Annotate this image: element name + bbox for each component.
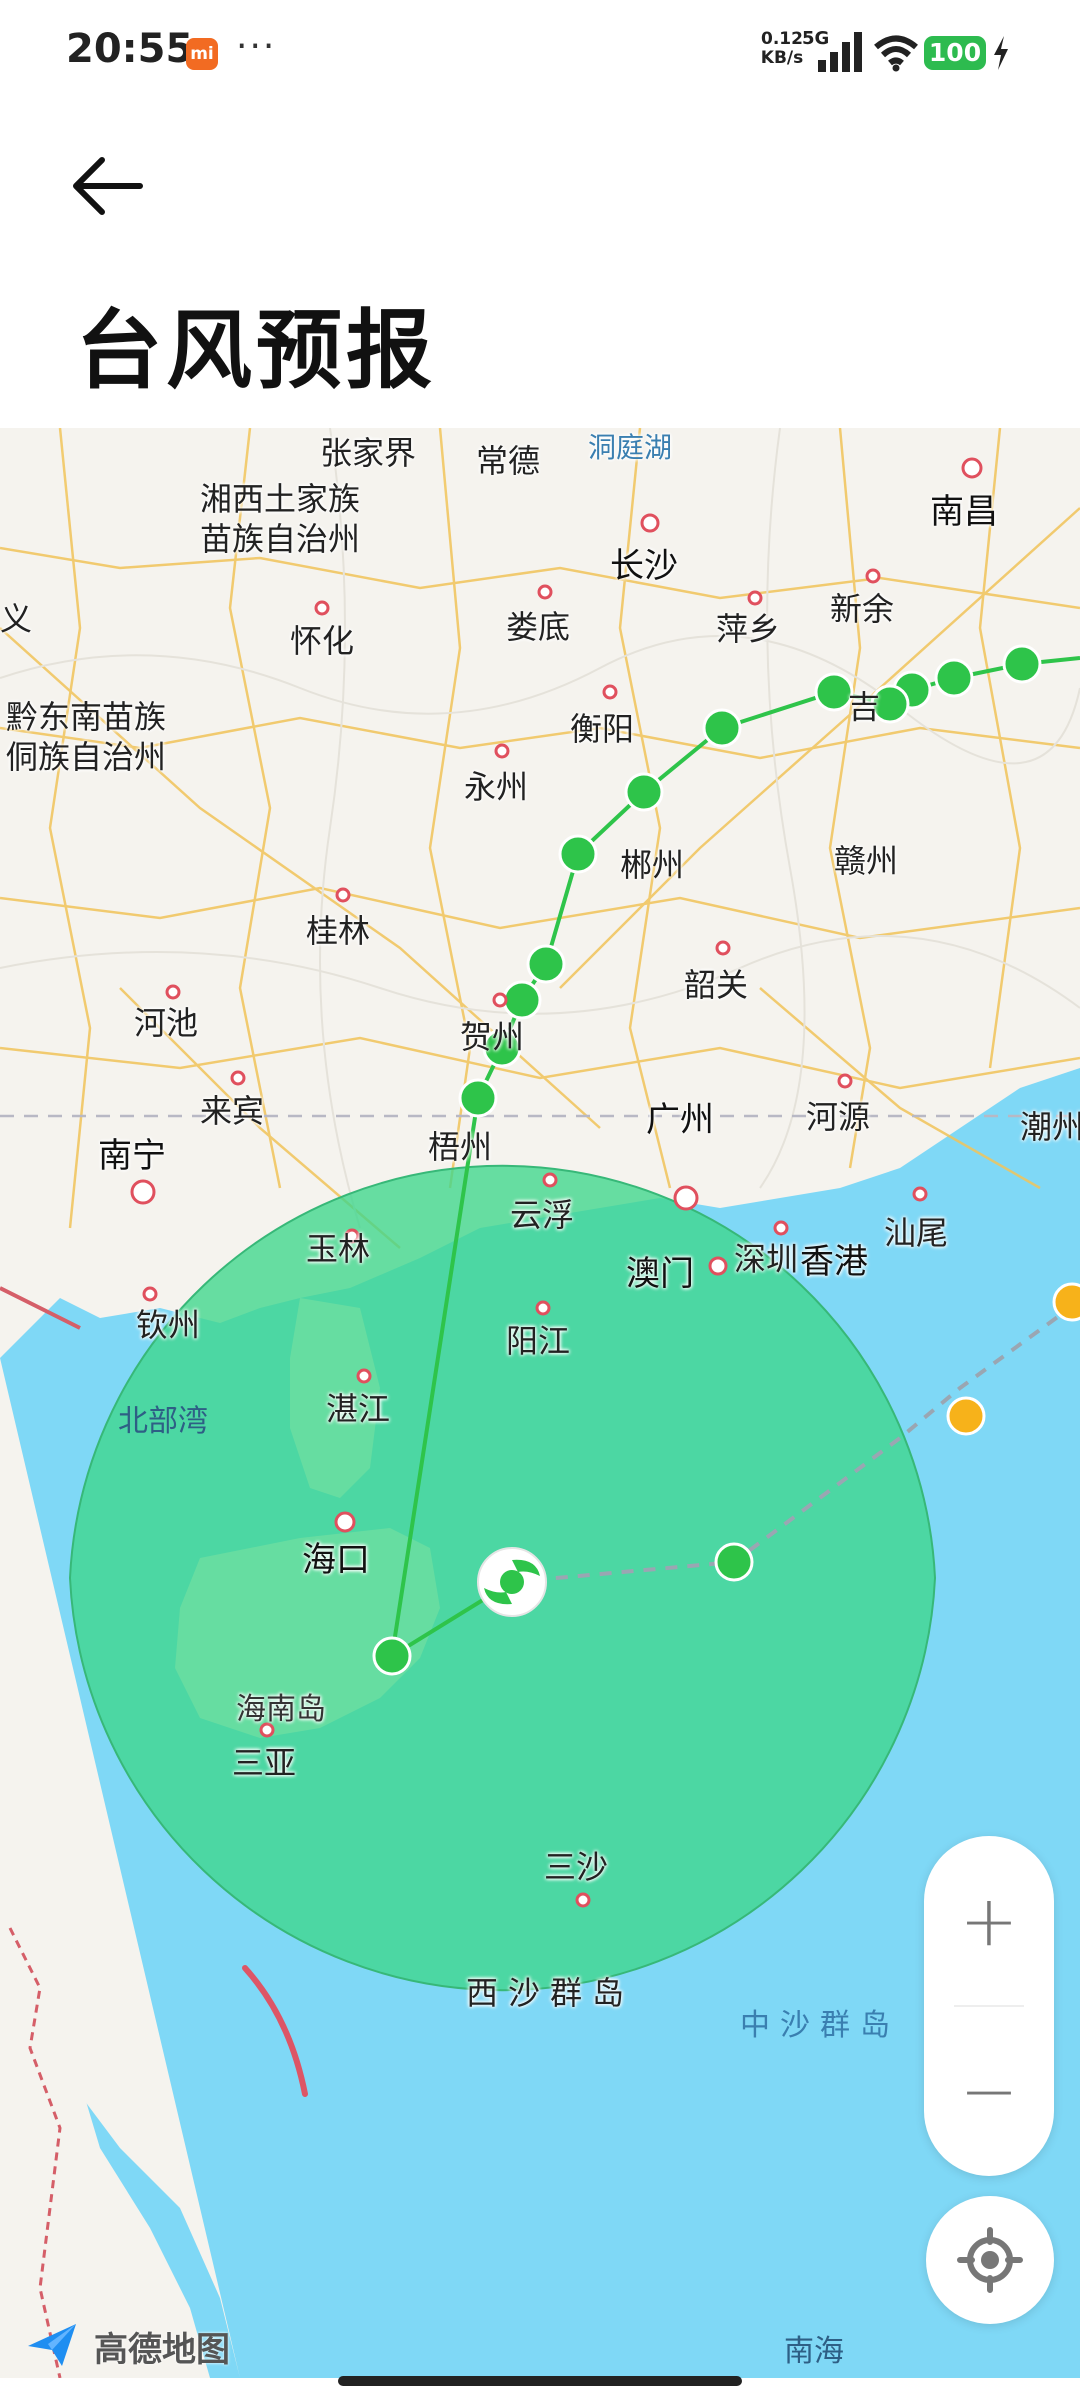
zoom-out-icon: −	[959, 2050, 1019, 2132]
typhoon-icon[interactable]	[477, 1547, 547, 1617]
map-label: 张家界	[320, 434, 417, 472]
signal-icon	[818, 32, 862, 72]
map-label: 玉林	[306, 1230, 371, 1268]
map-label: 深圳	[734, 1240, 799, 1278]
zoom-control: + −	[924, 1836, 1054, 2176]
zoom-in-button[interactable]: +	[924, 1836, 1054, 2006]
home-indicator[interactable]	[338, 2376, 742, 2386]
map-label: 梧州	[428, 1128, 493, 1166]
amap-logo-icon	[28, 2324, 76, 2366]
map-label: 韶关	[684, 966, 749, 1004]
map-label: 三亚	[232, 1744, 297, 1782]
status-time: 20:55	[66, 26, 194, 72]
zoom-out-button[interactable]: −	[924, 2006, 1054, 2176]
map-label: 长沙	[610, 546, 678, 586]
map-label: 永州	[464, 768, 529, 806]
battery-icon: 100	[924, 36, 986, 70]
other-typhoon-point[interactable]	[1052, 1282, 1080, 1322]
map-label: 怀化	[290, 622, 355, 660]
map-label: 北部湾	[118, 1404, 208, 1439]
map-label: 南昌	[930, 492, 998, 532]
network-speed-value: 0.12	[761, 29, 803, 49]
charging-icon	[994, 36, 1008, 70]
map-label: 南宁	[98, 1136, 166, 1176]
map-label: 三沙	[544, 1848, 609, 1886]
map-label: 海口	[302, 1540, 370, 1580]
map-label: 侗族自治州	[6, 738, 167, 776]
map-label: 潮州	[1020, 1108, 1080, 1146]
map-label: 钦州	[136, 1306, 201, 1344]
map-label: 贺州	[460, 1018, 525, 1056]
map-label: 衡阳	[570, 710, 635, 748]
map-label: 义	[0, 600, 33, 638]
map-label: 桂林	[306, 912, 371, 950]
map-label: 萍乡	[716, 610, 781, 648]
other-typhoon-point[interactable]	[946, 1396, 986, 1436]
back-arrow-icon[interactable]	[70, 150, 150, 222]
map-label: 苗族自治州	[200, 520, 361, 558]
amap-logo-text: 高德地图	[94, 2330, 230, 2370]
typhoon-map[interactable]: 张家界 常德 洞庭湖 湘西土家族 苗族自治州 长沙 南昌 义 怀化 娄底 萍乡 …	[0, 428, 1080, 2378]
amap-logo: 高德地图	[24, 2320, 230, 2370]
map-label: 南海	[784, 2334, 844, 2369]
network-speed: 0.12 KB/s	[756, 30, 808, 68]
map-label: 阳江	[506, 1322, 571, 1360]
map-label: 常德	[476, 442, 541, 480]
map-label: 郴州	[620, 846, 685, 884]
map-label: 湛江	[326, 1390, 391, 1428]
road-network	[0, 428, 1080, 1249]
xiaomi-app-icon: mi	[186, 38, 218, 70]
map-label: 汕尾	[884, 1214, 949, 1252]
map-label: 娄底	[506, 608, 571, 646]
more-notifications-icon: ···	[236, 26, 277, 67]
map-label: 澳门	[626, 1254, 694, 1294]
map-label: 海南岛	[236, 1692, 326, 1727]
map-label: 来宾	[200, 1092, 265, 1130]
map-label: 洞庭湖	[588, 431, 673, 464]
locate-icon	[957, 2227, 1023, 2293]
wifi-icon	[874, 35, 918, 72]
locate-button[interactable]	[926, 2196, 1054, 2324]
map-label: 河池	[134, 1004, 199, 1042]
map-label: 香港	[800, 1242, 868, 1282]
map-label: 西沙群岛	[466, 1974, 635, 2012]
map-label: 中沙群岛	[740, 2008, 900, 2043]
map-label: 云浮	[510, 1196, 575, 1234]
page-title: 台风预报	[76, 301, 436, 401]
map-label: 吉	[848, 688, 881, 726]
map-label: 赣州	[834, 842, 899, 880]
network-speed-unit: KB/s	[760, 48, 804, 68]
map-label: 广州	[646, 1100, 714, 1140]
zoom-in-icon: +	[959, 1880, 1019, 1962]
map-label: 河源	[806, 1098, 871, 1136]
forecast-point[interactable]	[714, 1542, 754, 1582]
map-label: 新余	[830, 590, 895, 628]
admin-borders	[0, 428, 1080, 1229]
status-bar: 20:55 mi ··· 0.12 KB/s 5G 100	[0, 0, 1080, 104]
